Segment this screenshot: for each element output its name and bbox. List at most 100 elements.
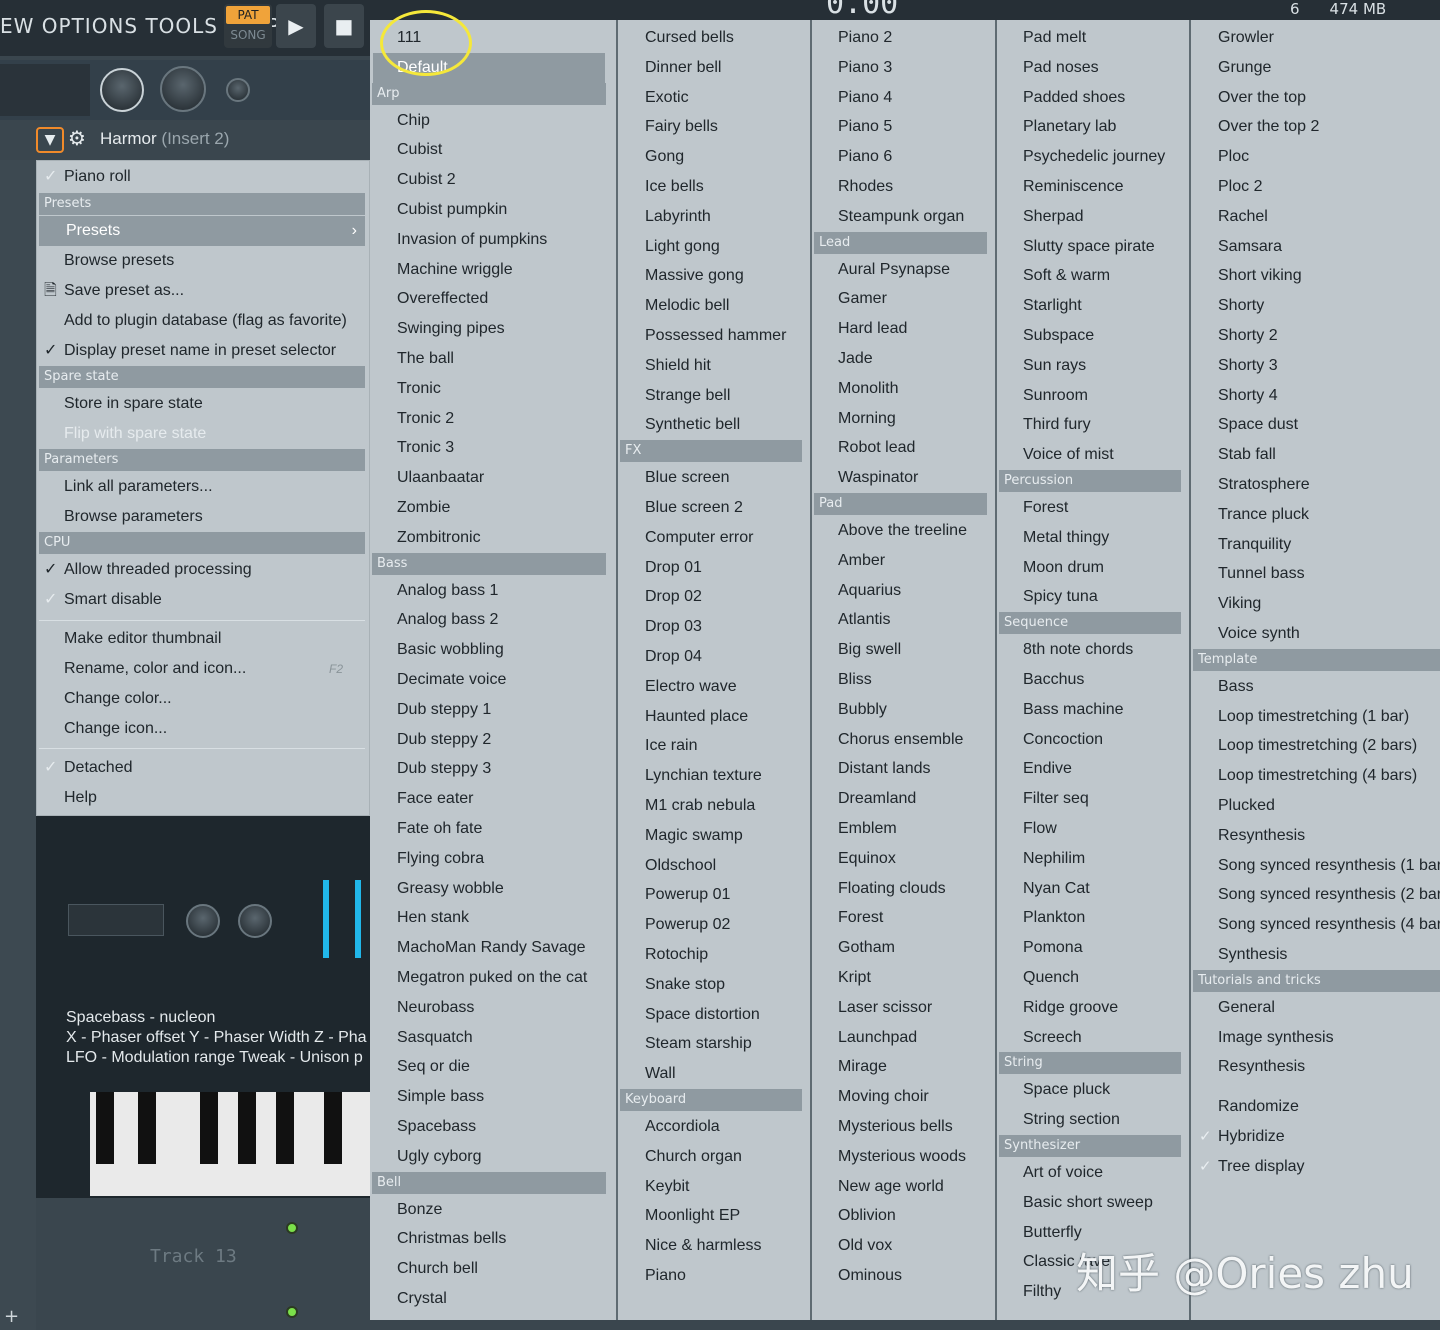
preset-item[interactable]: Sun rays	[997, 351, 1189, 381]
preset-item[interactable]: Subspace	[997, 321, 1189, 351]
pitch-knob[interactable]	[226, 78, 250, 102]
preset-item[interactable]: Starlight	[997, 291, 1189, 321]
gear-icon[interactable]: ⚙	[68, 126, 86, 150]
preset-item[interactable]: Blue screen	[618, 463, 810, 493]
preset-item[interactable]: Face eater	[370, 784, 616, 814]
preset-item[interactable]: Hard lead	[812, 314, 995, 344]
preset-item[interactable]: Tronic 3	[370, 433, 616, 463]
preset-item[interactable]: Viking	[1191, 589, 1440, 619]
preset-item[interactable]: Church organ	[618, 1142, 810, 1172]
menu-change-icon[interactable]: Change icon...	[37, 714, 369, 744]
preset-item[interactable]: Shorty 4	[1191, 381, 1440, 411]
preset-item[interactable]: Piano 4	[812, 83, 995, 113]
preset-item[interactable]: Ploc 2	[1191, 172, 1440, 202]
preset-item[interactable]: Stab fall	[1191, 440, 1440, 470]
black-key[interactable]	[276, 1092, 294, 1164]
play-button[interactable]: ▶	[276, 4, 316, 48]
preset-item[interactable]: Labyrinth	[618, 202, 810, 232]
preset-item[interactable]: Metal thingy	[997, 523, 1189, 553]
preset-item[interactable]: Zombitronic	[370, 523, 616, 553]
preset-item[interactable]: Pad melt	[997, 23, 1189, 53]
menu-smart-disable[interactable]: ✓ Smart disable	[37, 585, 369, 615]
menu-allow-threaded-processing[interactable]: ✓ Allow threaded processing	[37, 555, 369, 585]
preset-item[interactable]: Resynthesis	[1191, 821, 1440, 851]
preset-item[interactable]: Stratosphere	[1191, 470, 1440, 500]
preset-item[interactable]: Moving choir	[812, 1082, 995, 1112]
preset-item[interactable]: Fate oh fate	[370, 814, 616, 844]
preset-item[interactable]: Distant lands	[812, 754, 995, 784]
preset-item[interactable]: Greasy wobble	[370, 874, 616, 904]
preset-item[interactable]: Church bell	[370, 1254, 616, 1284]
preset-item[interactable]: Kript	[812, 963, 995, 993]
preset-item[interactable]: Keybit	[618, 1172, 810, 1202]
preset-item[interactable]: Growler	[1191, 23, 1440, 53]
menu-display-preset-name[interactable]: ✓ Display preset name in preset selector	[37, 336, 369, 366]
preset-item[interactable]: Filter seq	[997, 784, 1189, 814]
preset-item[interactable]: Shorty 3	[1191, 351, 1440, 381]
preset-item[interactable]: Monolith	[812, 374, 995, 404]
preset-item[interactable]: Decimate voice	[370, 665, 616, 695]
black-key[interactable]	[238, 1092, 256, 1164]
preset-item[interactable]: Blue screen 2	[618, 493, 810, 523]
plugin-display[interactable]	[68, 904, 164, 936]
preset-item[interactable]: Piano 5	[812, 112, 995, 142]
preset-item[interactable]: Hen stank	[370, 903, 616, 933]
preset-item[interactable]: Spicy tuna	[997, 582, 1189, 612]
preset-item[interactable]: Dub steppy 1	[370, 695, 616, 725]
preset-item[interactable]: Tunnel bass	[1191, 559, 1440, 589]
preset-item[interactable]: Oldschool	[618, 851, 810, 881]
preset-item[interactable]: Rotochip	[618, 940, 810, 970]
preset-item[interactable]: Planetary lab	[997, 112, 1189, 142]
preset-item[interactable]: Song synced resynthesis (4 bars)	[1191, 910, 1440, 940]
preset-item[interactable]: Seq or die	[370, 1052, 616, 1082]
preset-item[interactable]: Space pluck	[997, 1075, 1189, 1105]
preset-item[interactable]: Shorty 2	[1191, 321, 1440, 351]
preset-item[interactable]: ✓ Tree display	[1191, 1152, 1440, 1182]
preset-item[interactable]: Overeffected	[370, 284, 616, 314]
preset-item[interactable]: Synthesis	[1191, 940, 1440, 970]
preset-item[interactable]: Piano 2	[812, 23, 995, 53]
preset-item[interactable]: Image synthesis	[1191, 1023, 1440, 1053]
preset-item[interactable]: Plucked	[1191, 791, 1440, 821]
preset-item[interactable]: Drop 03	[618, 612, 810, 642]
menu-store-spare-state[interactable]: Store in spare state	[37, 389, 369, 419]
preset-item[interactable]: Synthetic bell	[618, 410, 810, 440]
preset-item[interactable]: Dinner bell	[618, 53, 810, 83]
preset-item[interactable]: Ridge groove	[997, 993, 1189, 1023]
preset-item[interactable]: Forest	[812, 903, 995, 933]
preset-item[interactable]: Megatron puked on the cat	[370, 963, 616, 993]
preset-item[interactable]: Padded shoes	[997, 83, 1189, 113]
preset-item[interactable]: Space distortion	[618, 1000, 810, 1030]
preset-item[interactable]: Ice bells	[618, 172, 810, 202]
preset-item[interactable]: Drop 01	[618, 553, 810, 583]
preset-item[interactable]: Endive	[997, 754, 1189, 784]
preset-item[interactable]: Above the treeline	[812, 516, 995, 546]
preset-item[interactable]: Aural Psynapse	[812, 255, 995, 285]
preset-item[interactable]: Randomize	[1191, 1092, 1440, 1122]
preset-item[interactable]: Loop timestretching (2 bars)	[1191, 731, 1440, 761]
preset-item[interactable]: Laser scissor	[812, 993, 995, 1023]
preset-item[interactable]: Snake stop	[618, 970, 810, 1000]
preset-item[interactable]: Slutty space pirate	[997, 232, 1189, 262]
preset-item[interactable]: MachoMan Randy Savage	[370, 933, 616, 963]
preset-item[interactable]: Voice of mist	[997, 440, 1189, 470]
preset-item[interactable]: Forest	[997, 493, 1189, 523]
preset-item[interactable]: Mirage	[812, 1052, 995, 1082]
preset-item[interactable]: Tronic 2	[370, 404, 616, 434]
preset-item[interactable]: Possessed hammer	[618, 321, 810, 351]
preset-item[interactable]: Aquarius	[812, 576, 995, 606]
plugin-knob-2[interactable]	[238, 904, 272, 938]
preset-item[interactable]: Piano 3	[812, 53, 995, 83]
pat-song-toggle[interactable]: PAT SONG	[224, 4, 272, 48]
preset-item[interactable]: Bonze	[370, 1195, 616, 1225]
preset-item[interactable]: Space dust	[1191, 410, 1440, 440]
preset-item[interactable]: Voice synth	[1191, 619, 1440, 649]
preset-item[interactable]: Quench	[997, 963, 1189, 993]
preset-item[interactable]: Floating clouds	[812, 874, 995, 904]
preset-item[interactable]: Zombie	[370, 493, 616, 523]
pan-knob[interactable]	[160, 66, 206, 112]
preset-item[interactable]: Emblem	[812, 814, 995, 844]
menu-save-preset-as[interactable]: 🗎 Save preset as...	[37, 276, 369, 306]
preset-item[interactable]: Trance pluck	[1191, 500, 1440, 530]
preset-item[interactable]: Computer error	[618, 523, 810, 553]
